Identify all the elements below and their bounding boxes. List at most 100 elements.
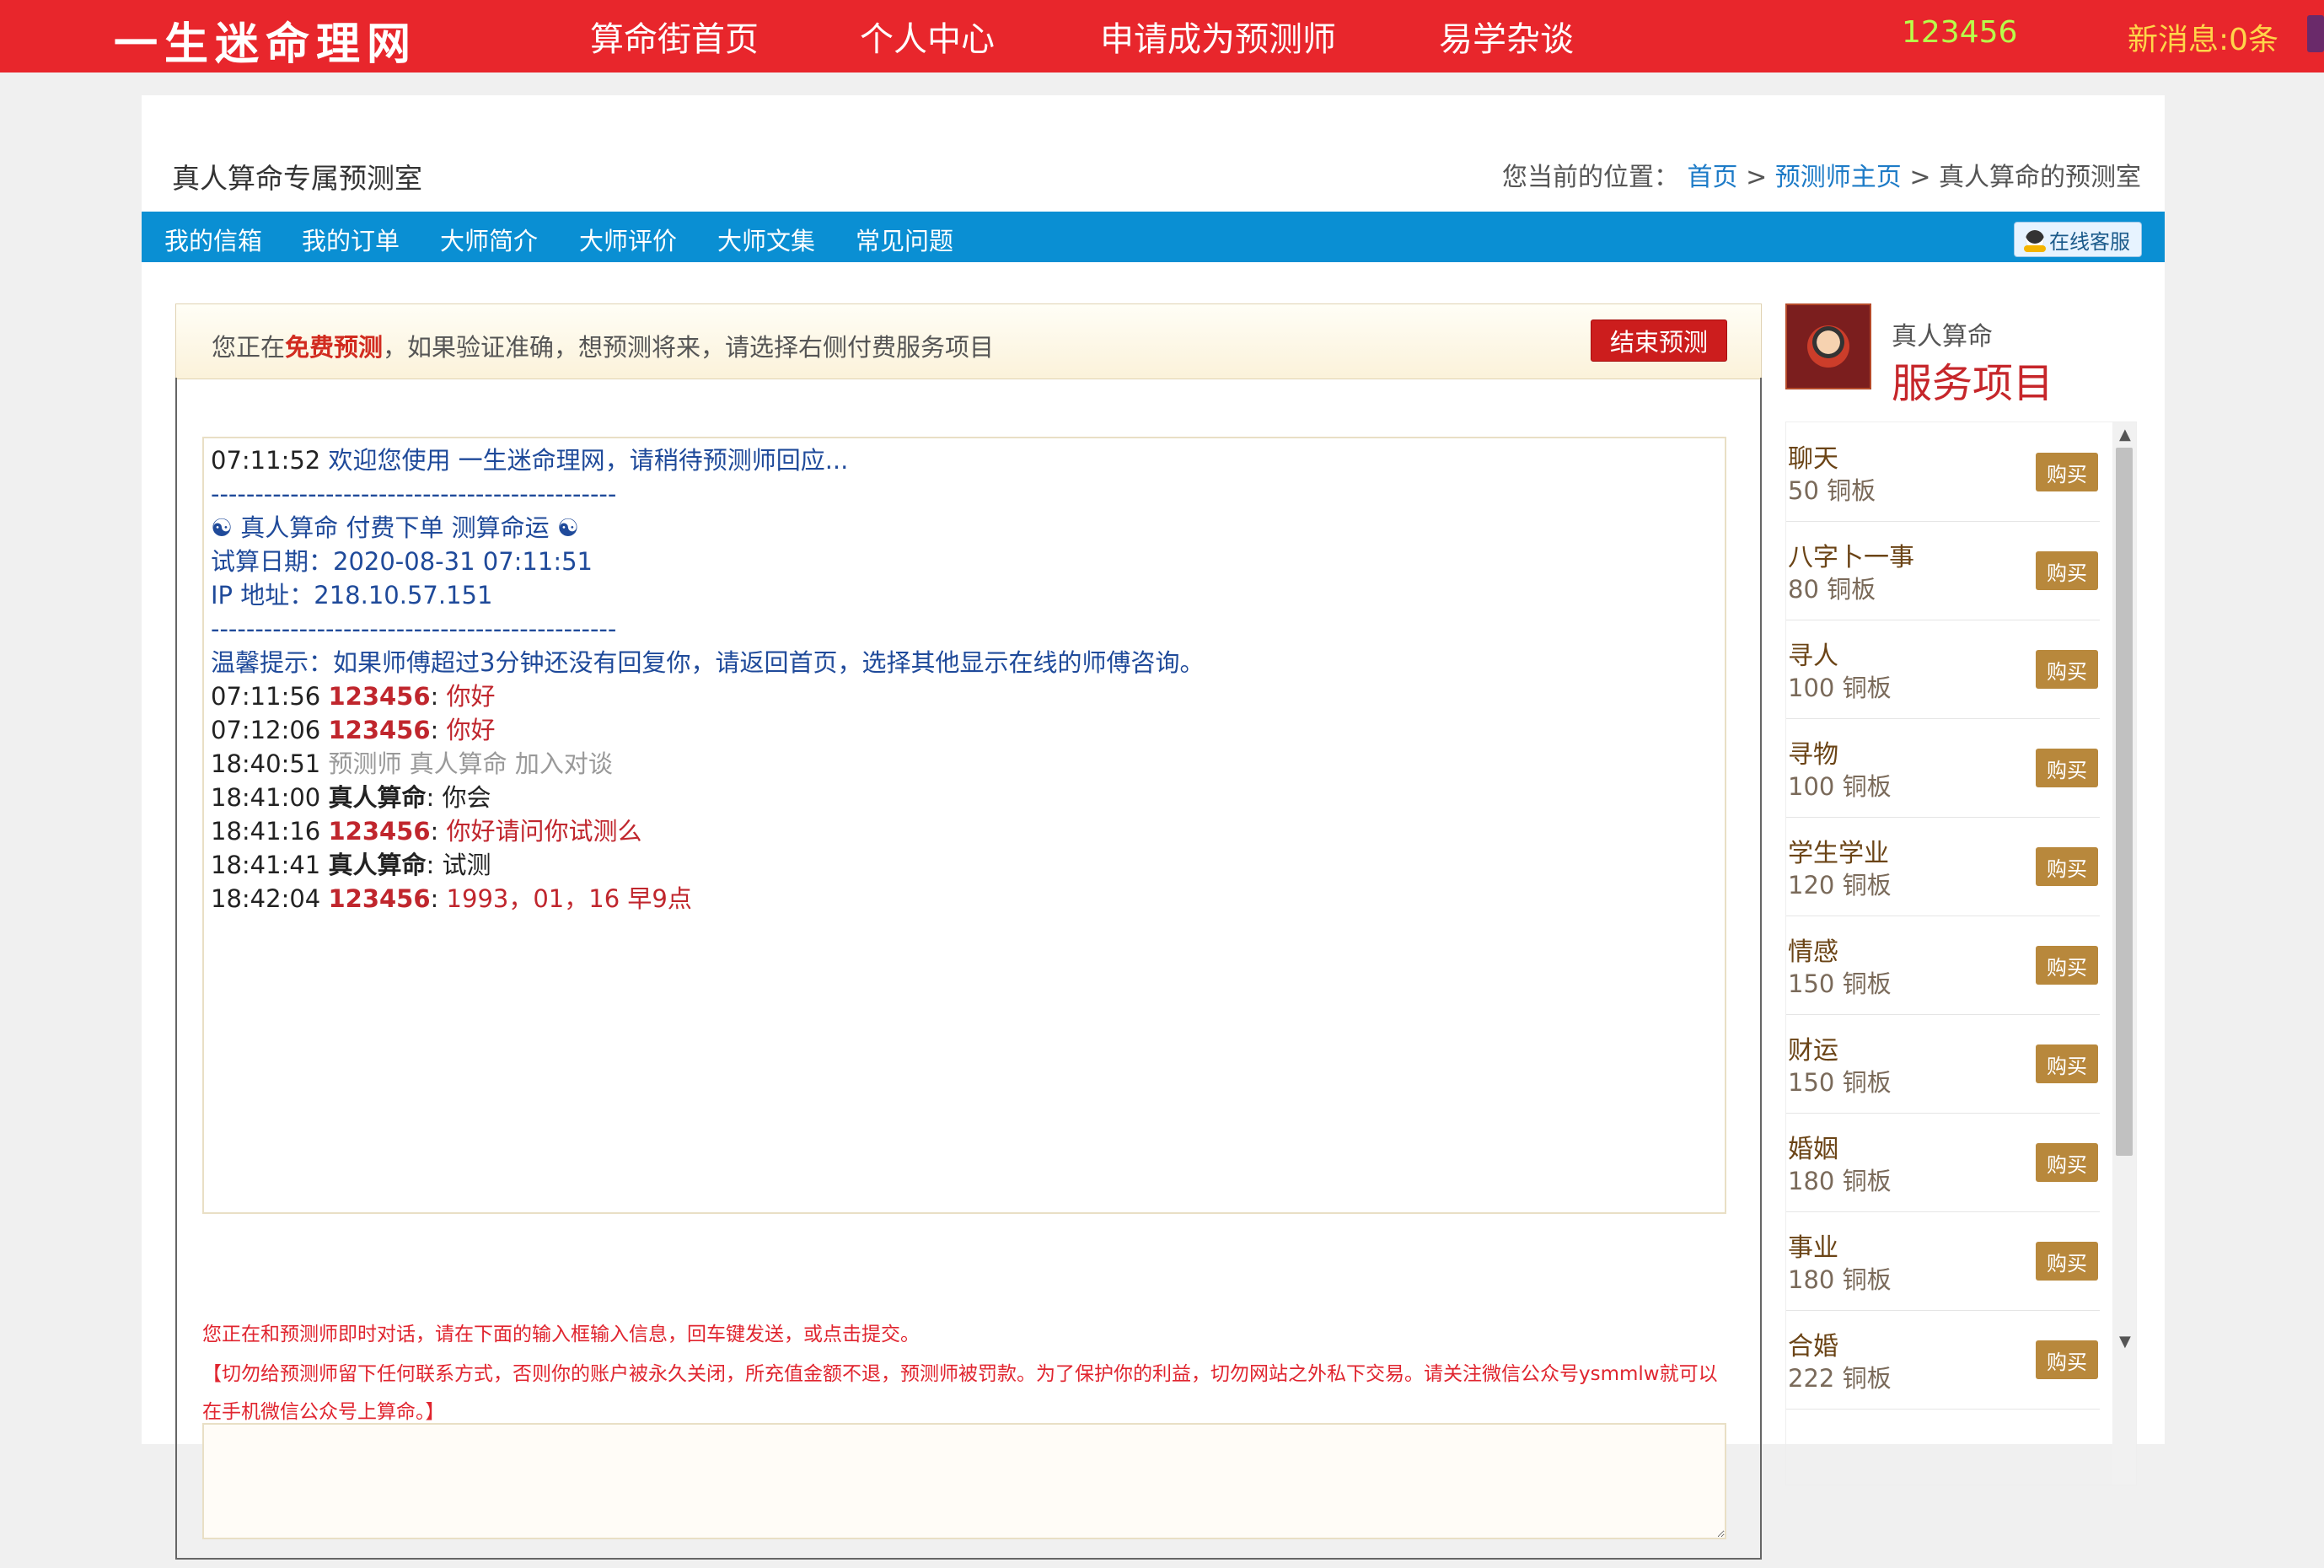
site-logo[interactable]: 一生迷命理网	[114, 8, 417, 72]
message-user: 123456	[328, 817, 431, 846]
service-price: 100 铜板	[1788, 674, 1892, 702]
service-price: 180 铜板	[1788, 1167, 1892, 1195]
service-item-wealth: 财运 150 铜板 购买	[1786, 1014, 2100, 1114]
end-prediction-button[interactable]: 结束预测	[1591, 320, 1727, 362]
free-prediction-notice: 您正在免费预测，如果验证准确，想预测将来，请选择右侧付费服务项目 结束预测	[175, 303, 1762, 379]
service-price: 80 铜板	[1788, 575, 1876, 604]
service-price: 150 铜板	[1788, 1068, 1892, 1097]
buy-button[interactable]: 购买	[2036, 453, 2098, 491]
service-name: 合婚	[1788, 1332, 1838, 1361]
notice-prefix: 您正在	[212, 333, 286, 362]
calc-date-line: 试算日期：2020-08-31 07:11:51	[211, 547, 593, 576]
subnav-master-reviews[interactable]: 大师评价	[579, 222, 677, 257]
ip-line: IP 地址：218.10.57.151	[211, 581, 493, 609]
subnav-faq[interactable]: 常见问题	[856, 222, 953, 257]
buy-button[interactable]: 购买	[2036, 946, 2098, 985]
message-text: 1993，01，16 早9点	[446, 884, 692, 913]
subnav-master-articles[interactable]: 大师文集	[717, 222, 815, 257]
message-time: 18:42:04	[211, 884, 321, 913]
subnav-master-intro[interactable]: 大师简介	[440, 222, 538, 257]
buy-button[interactable]: 购买	[2036, 650, 2098, 689]
contact-warning: 【切勿给预测师留下任何联系方式，否则你的账户被永久关闭，所充值金额不退，预测师被…	[202, 1363, 1718, 1423]
chat-panel: 您正在免费预测，如果验证准确，想预测将来，请选择右侧付费服务项目 结束预测 07…	[175, 303, 1762, 1568]
service-name: 八字卜一事	[1788, 543, 1914, 572]
breadcrumb-home-link[interactable]: 首页	[1688, 163, 1738, 192]
service-name: 财运	[1788, 1036, 1838, 1066]
message-text: 你好	[446, 682, 496, 711]
nav-home-link[interactable]: 算命街首页	[590, 12, 759, 61]
message-text: 你好请问你试测么	[446, 817, 642, 846]
service-item-study: 学生学业 120 铜板 购买	[1786, 817, 2100, 916]
scroll-up-icon[interactable]: ▲	[2119, 426, 2131, 443]
breadcrumb-prefix: 您当前的位置：	[1501, 163, 1679, 192]
service-name: 寻物	[1788, 740, 1838, 770]
master-name: 真人算命	[1892, 322, 1993, 352]
buy-button[interactable]: 购买	[2036, 847, 2098, 886]
chat-instructions: 您正在和预测师即时对话，请在下面的输入框输入信息，回车键发送，或点击提交。	[202, 1324, 920, 1345]
chat-log[interactable]: 07:11:52 欢迎您使用 一生迷命理网，请稍待预测师回应... ------…	[202, 437, 1726, 1214]
message-text: 你会	[442, 783, 491, 812]
service-name: 事业	[1788, 1233, 1838, 1263]
message-time: 07:11:56	[211, 682, 321, 711]
buy-button[interactable]: 购买	[2036, 1242, 2098, 1281]
message-time: 18:41:00	[211, 783, 321, 812]
message-user: 123456	[328, 716, 431, 744]
subnav-mailbox[interactable]: 我的信箱	[164, 222, 262, 257]
message-text: 试测	[442, 851, 491, 879]
message-input[interactable]	[202, 1423, 1726, 1539]
qq-penguin-icon	[2024, 230, 2046, 252]
buy-button[interactable]: 购买	[2036, 749, 2098, 787]
service-item-emotion: 情感 150 铜板 购买	[1786, 916, 2100, 1015]
message-user: 123456	[328, 682, 431, 711]
main-container: 真人算命专属预测室 您当前的位置： 首页 > 预测师主页 > 真人算命的预测室 …	[142, 95, 2165, 1560]
buy-button[interactable]: 购买	[2036, 551, 2098, 590]
online-support-button[interactable]: 在线客服	[2014, 222, 2142, 257]
buy-button[interactable]: 购买	[2036, 1143, 2098, 1182]
breadcrumb-master-home-link[interactable]: 预测师主页	[1775, 163, 1902, 192]
username-link[interactable]: 123456	[1902, 15, 2017, 50]
scroll-thumb[interactable]	[2116, 448, 2133, 1156]
service-item-bazi: 八字卜一事 80 铜板 购买	[1786, 521, 2100, 620]
nav-apply-predictor-link[interactable]: 申请成为预测师	[1100, 12, 1336, 61]
scroll-down-icon[interactable]: ▼	[2119, 1333, 2131, 1351]
new-messages-link[interactable]: 新消息:0条	[2128, 15, 2278, 59]
welcome-text: 欢迎您使用 一生迷命理网，请稍待预测师回应...	[328, 446, 849, 475]
divider-line: ----------------------------------------…	[211, 615, 617, 643]
chat-message: 18:41:16 123456: 你好请问你试测么	[211, 817, 642, 846]
breadcrumb-current: 真人算命的预测室	[1939, 163, 2141, 192]
online-support-label: 在线客服	[2049, 229, 2130, 254]
message-user: 真人算命	[328, 851, 427, 879]
service-price: 150 铜板	[1788, 969, 1892, 998]
service-item-find-object: 寻物 100 铜板 购买	[1786, 718, 2100, 818]
service-item-career: 事业 180 铜板 购买	[1786, 1211, 2100, 1311]
side-widget[interactable]	[2307, 15, 2324, 52]
breadcrumb-separator: >	[1909, 163, 1931, 192]
chat-box: 07:11:52 欢迎您使用 一生迷命理网，请稍待预测师回应... ------…	[175, 378, 1762, 1560]
chat-messages: 07:11:52 欢迎您使用 一生迷命理网，请稍待预测师回应... ------…	[211, 443, 1204, 916]
service-sidebar: 真人算命 服务项目 聊天 50 铜板 购买 八字卜一事 80 铜板 购买 寻人 …	[1785, 303, 2137, 1485]
master-avatar[interactable]	[1785, 303, 1871, 389]
service-price: 50 铜板	[1788, 476, 1876, 505]
message-time: 07:12:06	[211, 716, 321, 744]
service-scrollbar[interactable]: ▲ ▼	[2112, 422, 2136, 1485]
chat-message: 18:42:04 123456: 1993，01，16 早9点	[211, 884, 692, 913]
nav-personal-center-link[interactable]: 个人中心	[860, 12, 995, 61]
nav-misc-link[interactable]: 易学杂谈	[1439, 12, 1574, 61]
order-line: ☯ 真人算命 付费下单 测算命运 ☯	[211, 513, 579, 542]
message-user: 真人算命	[328, 783, 427, 812]
service-item-find-person: 寻人 100 铜板 购买	[1786, 620, 2100, 719]
subnav-orders[interactable]: 我的订单	[302, 222, 400, 257]
top-navbar: 一生迷命理网 算命街首页 个人中心 申请成为预测师 易学杂谈 123456 新消…	[0, 0, 2324, 72]
buy-button[interactable]: 购买	[2036, 1340, 2098, 1379]
sub-navbar: 我的信箱 我的订单 大师简介 大师评价 大师文集 常见问题 在线客服	[142, 212, 2165, 262]
message-text: 预测师 真人算命 加入对谈	[328, 749, 613, 778]
chat-message: 07:12:06 123456: 你好	[211, 716, 496, 744]
service-item-marriage: 婚姻 180 铜板 购买	[1786, 1113, 2100, 1212]
service-name: 学生学业	[1788, 839, 1889, 868]
buy-button[interactable]: 购买	[2036, 1044, 2098, 1083]
service-list: 聊天 50 铜板 购买 八字卜一事 80 铜板 购买 寻人 100 铜板 购买 …	[1785, 422, 2137, 1485]
service-name: 情感	[1788, 937, 1838, 967]
service-price: 180 铜板	[1788, 1265, 1892, 1294]
service-title: 服务项目	[1892, 360, 2054, 407]
service-name: 婚姻	[1788, 1135, 1838, 1164]
